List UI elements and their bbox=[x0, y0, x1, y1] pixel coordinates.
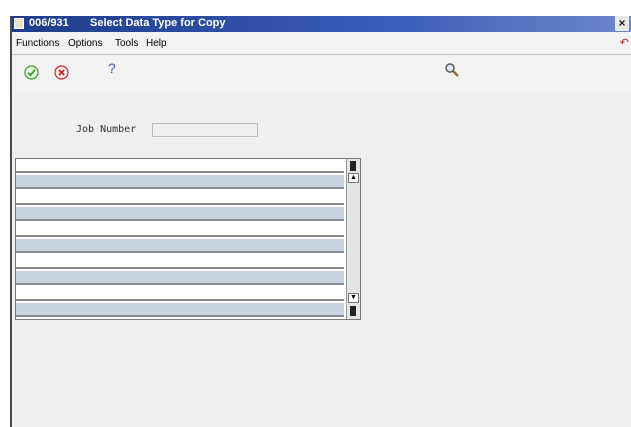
table-row[interactable] bbox=[16, 175, 344, 189]
table-row[interactable] bbox=[16, 303, 344, 317]
table-row[interactable] bbox=[16, 239, 344, 253]
grid-scrollbar[interactable]: ▲ ▼ bbox=[346, 159, 360, 319]
data-grid[interactable]: ▲ ▼ bbox=[15, 158, 361, 320]
scroll-bottom-thumb[interactable] bbox=[350, 306, 356, 316]
menu-options[interactable]: Options bbox=[68, 38, 102, 49]
window-title: Select Data Type for Copy bbox=[90, 17, 226, 29]
checkmark-icon[interactable] bbox=[24, 65, 39, 80]
help-icon[interactable]: ? bbox=[108, 60, 116, 76]
table-row[interactable] bbox=[16, 287, 344, 301]
job-number-label: Job Number bbox=[76, 124, 137, 135]
table-row[interactable] bbox=[16, 207, 344, 221]
app-icon bbox=[14, 18, 24, 29]
table-row[interactable] bbox=[16, 271, 344, 285]
job-number-field[interactable] bbox=[152, 123, 258, 137]
toolbar: ? bbox=[12, 56, 631, 86]
table-row[interactable] bbox=[16, 255, 344, 269]
menu-functions[interactable]: Functions bbox=[16, 38, 59, 49]
title-bar: 006/931 Select Data Type for Copy × bbox=[12, 16, 631, 32]
form-id: 006/931 bbox=[29, 17, 69, 29]
menu-bar: Functions Options Tools Help ↶ bbox=[12, 36, 631, 52]
search-icon[interactable] bbox=[444, 62, 460, 83]
table-row[interactable] bbox=[16, 191, 344, 205]
menu-divider bbox=[12, 54, 631, 55]
cancel-icon[interactable] bbox=[54, 65, 69, 80]
close-icon[interactable]: × bbox=[615, 16, 629, 31]
scroll-top-thumb[interactable] bbox=[350, 161, 356, 171]
exit-arrow-icon[interactable]: ↶ bbox=[620, 36, 629, 49]
scroll-up-icon[interactable]: ▲ bbox=[348, 173, 359, 183]
table-row[interactable] bbox=[16, 159, 344, 173]
scroll-down-icon[interactable]: ▼ bbox=[348, 293, 359, 303]
menu-tools[interactable]: Tools bbox=[115, 38, 138, 49]
menu-help[interactable]: Help bbox=[146, 38, 167, 49]
table-row[interactable] bbox=[16, 223, 344, 237]
